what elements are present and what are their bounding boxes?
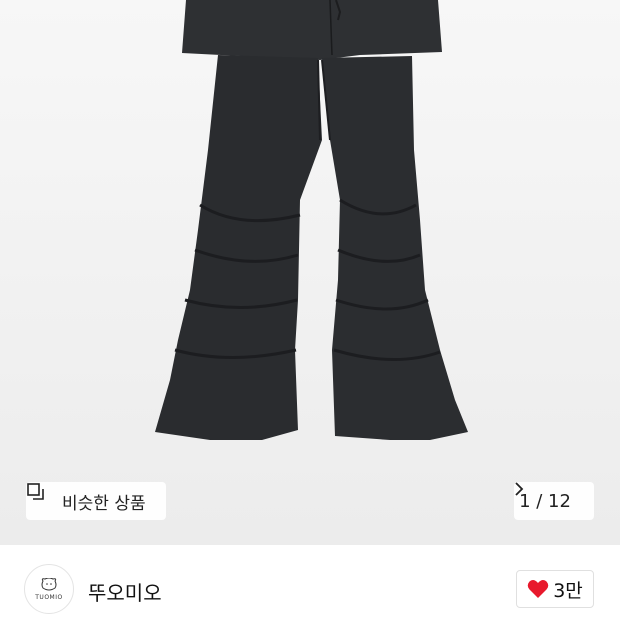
brand-bar: TUOMIO 뚜오미오 3만: [0, 545, 620, 620]
tuomio-logo-icon: [41, 577, 57, 590]
like-count: 3만: [553, 579, 583, 602]
similar-products-button[interactable]: 비슷한 상품: [26, 482, 166, 520]
image-counter-label: 1 / 12: [519, 490, 571, 512]
image-counter-next-button[interactable]: 1 / 12: [514, 482, 594, 520]
brand-logo[interactable]: TUOMIO: [24, 564, 74, 614]
product-photo-pants: [155, 0, 468, 440]
copy-squares-icon: [27, 483, 56, 511]
heart-icon: [527, 579, 549, 599]
brand-logo-text: TUOMIO: [35, 593, 63, 601]
brand-name[interactable]: 뚜오미오: [88, 577, 162, 606]
like-button[interactable]: 3만: [516, 570, 594, 608]
product-image[interactable]: 비슷한 상품 1 / 12: [0, 0, 620, 545]
chevron-right-icon: [515, 482, 589, 508]
similar-products-label: 비슷한 상품: [62, 493, 146, 514]
